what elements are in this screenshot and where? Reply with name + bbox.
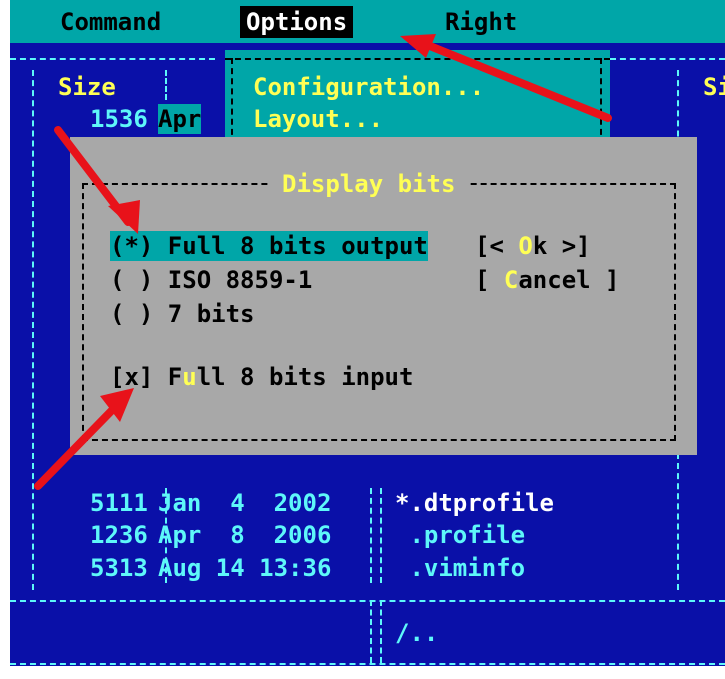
annotation-arrows [34,34,612,490]
arrow-to-options-menu [416,38,612,122]
arrowhead-options [400,34,436,58]
arrowhead-output [108,200,140,234]
arrow-to-full-8-bits-input [34,396,126,490]
